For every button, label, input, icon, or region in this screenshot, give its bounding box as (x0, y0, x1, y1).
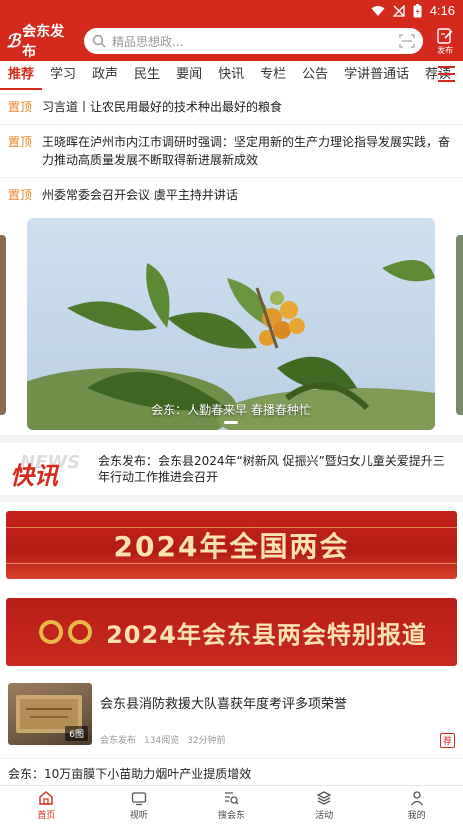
pinned-title[interactable]: 习言道丨让农民用最好的技术种出最好的粮食 (42, 98, 282, 116)
nav-label: 首页 (37, 810, 56, 821)
carousel-slide[interactable]: 会东：人勤春来早 春播春种忙 (27, 218, 435, 430)
tab-notice[interactable]: 公告 (294, 61, 336, 90)
carousel-indicator (224, 421, 238, 424)
carousel-caption[interactable]: 会东：人勤春来早 春播春种忙 (27, 401, 435, 418)
status-bar: 4:16 (0, 0, 463, 21)
emblem-icon (39, 620, 93, 644)
tab-recommend[interactable]: 推荐 (0, 61, 43, 90)
tab-flash[interactable]: 快讯 (210, 61, 252, 90)
pinned-title[interactable]: 州委常委会召开会议 虞平主持并讲话 (42, 186, 238, 204)
loquat-plant-image (27, 218, 435, 430)
battery-icon (413, 3, 422, 17)
channel-tabs: 推荐 学习 政声 民生 要闻 快讯 专栏 公告 学讲普通话 荐读 (0, 61, 463, 90)
tv-icon (131, 791, 147, 805)
banner-stripe (6, 527, 457, 528)
banner-title: 2024年会东县两会特别报道 (106, 620, 427, 649)
tab-menu-icon[interactable] (438, 66, 455, 82)
nav-label: 我的 (407, 810, 426, 821)
news-carousel: 会东：人勤春来早 春播春种忙 (0, 210, 463, 435)
pinned-item[interactable]: 置顶 习言道丨让农民用最好的技术种出最好的粮食 (0, 90, 463, 125)
publish-button[interactable]: 发布 (427, 27, 463, 56)
flash-news-logo: NEWS 快讯 (8, 450, 92, 490)
banner-stripe (6, 563, 457, 564)
pinned-tag: 置顶 (8, 135, 33, 149)
search-doc-icon (225, 791, 239, 804)
logo-mark-icon: ℬ (6, 30, 21, 52)
tab-headlines[interactable]: 要闻 (168, 61, 210, 90)
article-time: 32分钟前 (187, 736, 226, 746)
tab-study[interactable]: 学习 (42, 61, 84, 90)
article-item[interactable]: 6图 会东县消防救援大队喜获年度考评多项荣誉 会东发布 134阅览 32分钟前 … (0, 677, 463, 759)
banner-section: 2024年全国两会 2024年会东县两会特别报道 (0, 502, 463, 677)
recommend-tag: 荐 (439, 733, 455, 748)
next-article-title[interactable]: 会东：10万亩膜下小苗助力烟叶产业提质增效 (0, 759, 463, 785)
scan-icon[interactable] (399, 34, 415, 48)
search-icon (92, 34, 106, 48)
pinned-tag: 置顶 (8, 188, 33, 202)
article-body: 会东县消防救援大队喜获年度考评多项荣誉 会东发布 134阅览 32分钟前 荐 (100, 683, 455, 752)
layers-icon (316, 790, 332, 805)
article-source: 会东发布 (100, 736, 137, 746)
article-views: 134阅览 (144, 736, 180, 746)
flash-news-text[interactable]: 会东发布：会东县2024年“树新风 促振兴”暨妇女儿童关爱提升三年行动工作推进会… (98, 453, 455, 485)
user-icon (410, 790, 423, 805)
search-bar[interactable]: 精品思想政... (83, 28, 424, 54)
tab-politics[interactable]: 政声 (84, 61, 126, 90)
article-thumbnail[interactable]: 6图 (8, 683, 92, 745)
tab-column[interactable]: 专栏 (252, 61, 294, 90)
nav-label: 视听 (129, 810, 148, 821)
no-signal-icon (392, 4, 405, 17)
image-count-badge: 6图 (65, 726, 88, 741)
nav-video[interactable]: 视听 (93, 786, 186, 824)
banner-national-two-sessions[interactable]: 2024年全国两会 (6, 511, 457, 579)
banner-county-two-sessions[interactable]: 2024年会东县两会特别报道 (6, 598, 457, 666)
carousel-prev-slide[interactable] (0, 235, 6, 415)
app-logo[interactable]: ℬ 会东发布 (6, 21, 78, 61)
nav-label: 搜会东 (217, 810, 245, 821)
pinned-tag: 置顶 (8, 100, 33, 114)
status-time: 4:16 (429, 3, 455, 18)
tab-mandarin[interactable]: 学讲普通话 (336, 61, 417, 90)
carousel-next-slide[interactable] (456, 235, 463, 415)
nav-search[interactable]: 搜会东 (185, 786, 278, 824)
pinned-item[interactable]: 置顶 州委常委会召开会议 虞平主持并讲话 (0, 178, 463, 213)
publish-label: 发布 (437, 45, 454, 55)
pinned-item[interactable]: 置顶 王晓晖在泸州市内江市调研时强调：坚定用新的生产力理论指导发展实践，奋力推动… (0, 125, 463, 178)
nav-home[interactable]: 首页 (0, 786, 93, 824)
article-title[interactable]: 会东县消防救援大队喜获年度考评多项荣誉 (100, 693, 455, 712)
nav-activity[interactable]: 活动 (278, 786, 371, 824)
bottom-nav: 首页 视听 搜会东 活动 我的 (0, 785, 463, 824)
pinned-list: 置顶 习言道丨让农民用最好的技术种出最好的粮食 置顶 王晓晖在泸州市内江市调研时… (0, 90, 463, 213)
logo-text: 会东发布 (22, 24, 65, 60)
home-icon (39, 790, 53, 805)
search-placeholder[interactable]: 精品思想政... (112, 33, 393, 50)
article-meta: 会东发布 134阅览 32分钟前 (100, 733, 226, 746)
flash-news[interactable]: NEWS 快讯 会东发布：会东县2024年“树新风 促振兴”暨妇女儿童关爱提升三… (0, 443, 463, 495)
banner-title: 2024年全国两会 (113, 530, 350, 563)
wifi-icon (371, 5, 385, 16)
app-header: ℬ 会东发布 精品思想政... 发布 (0, 21, 463, 61)
edit-icon (437, 27, 453, 44)
flash-logo-text: 快讯 (10, 461, 58, 490)
nav-label: 活动 (315, 810, 334, 821)
tab-livelihood[interactable]: 民生 (126, 61, 168, 90)
nav-profile[interactable]: 我的 (370, 786, 463, 824)
pinned-title[interactable]: 王晓晖在泸州市内江市调研时强调：坚定用新的生产力理论指导发展实践，奋力推动高质量… (42, 133, 455, 169)
